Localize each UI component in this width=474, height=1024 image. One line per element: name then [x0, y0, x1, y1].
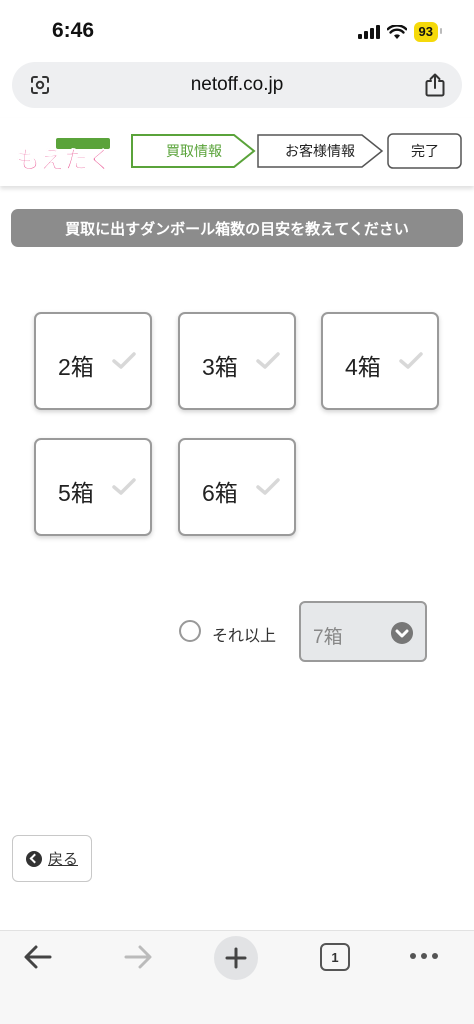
box-option-4[interactable]: 4箱	[321, 312, 439, 410]
more-than-label[interactable]: それ以上	[212, 622, 276, 646]
tabs-button[interactable]: 1	[320, 943, 350, 971]
site-header: もえたく! 買取情報 お客様情報 完了	[0, 118, 474, 186]
box-option-label: 3箱	[202, 354, 238, 380]
chevron-down-icon	[391, 622, 413, 644]
box-option-6[interactable]: 6箱	[178, 438, 296, 536]
back-button[interactable]: 戻る	[12, 835, 92, 882]
step-label: 完了	[411, 143, 439, 159]
status-time: 6:46	[52, 19, 95, 42]
back-arrow-icon[interactable]	[22, 943, 54, 971]
box-option-label: 6箱	[202, 480, 238, 506]
url-text[interactable]: netoff.co.jp	[12, 74, 462, 96]
browser-toolbar: 1	[0, 930, 474, 1024]
step-label: 買取情報	[166, 143, 222, 159]
status-icons: 93	[357, 22, 443, 42]
step-complete: 完了	[387, 133, 463, 169]
new-tab-button[interactable]	[214, 936, 258, 980]
box-count-select[interactable]: 7箱	[299, 601, 427, 662]
address-bar[interactable]: netoff.co.jp	[12, 62, 462, 108]
box-option-3[interactable]: 3箱	[178, 312, 296, 410]
box-option-2[interactable]: 2箱	[34, 312, 152, 410]
plus-icon	[225, 947, 247, 969]
check-icon	[256, 352, 280, 369]
logo-text: もえたく!	[16, 146, 112, 174]
more-than-radio[interactable]	[179, 620, 201, 642]
status-bar: 6:46 93	[0, 0, 474, 60]
battery-icon: 93	[413, 22, 443, 42]
box-option-label: 5箱	[58, 480, 94, 506]
box-option-label: 4箱	[345, 354, 381, 380]
wifi-icon	[386, 24, 407, 39]
share-icon[interactable]	[424, 72, 446, 98]
select-value: 7箱	[313, 627, 343, 648]
check-icon	[256, 478, 280, 495]
forward-arrow-icon[interactable]	[122, 943, 154, 971]
step-label: お客様情報	[285, 143, 355, 159]
check-icon	[112, 478, 136, 495]
box-option-5[interactable]: 5箱	[34, 438, 152, 536]
more-icon[interactable]	[410, 953, 438, 959]
signal-icon	[357, 25, 380, 39]
back-label: 戻る	[47, 851, 78, 868]
box-option-label: 2箱	[58, 354, 94, 380]
step-purchase-info: 買取情報	[130, 133, 258, 169]
instruction-banner: 買取に出すダンボール箱数の目安を教えてください	[11, 209, 463, 247]
chevron-left-icon	[25, 850, 42, 867]
check-icon	[399, 352, 423, 369]
step-customer-info: お客様情報	[256, 133, 384, 169]
site-logo[interactable]: もえたく!	[12, 136, 112, 174]
check-icon	[112, 352, 136, 369]
